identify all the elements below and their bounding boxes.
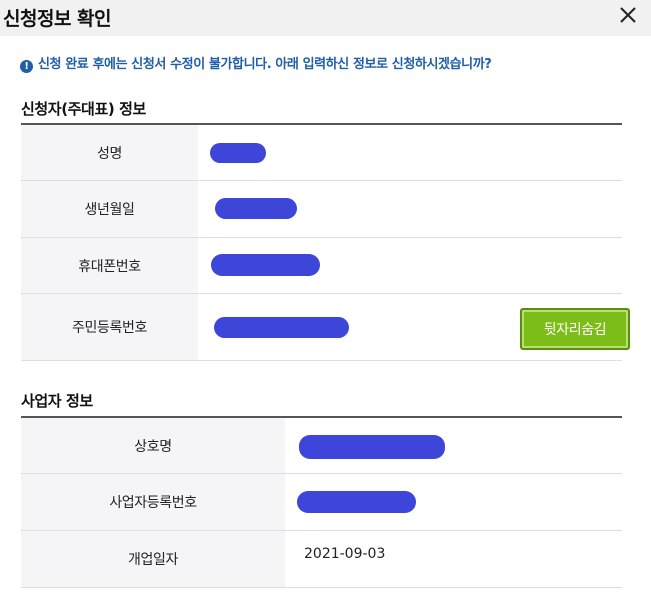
opening-date-value: 2021-09-03 [304, 546, 386, 562]
dialog-title: 신청정보 확인 [3, 8, 112, 30]
row-value-opening-date: 2021-09-03 [285, 531, 622, 587]
redacted-phone [211, 254, 320, 276]
redacted-birthdate [215, 198, 297, 219]
hide-suffix-button[interactable]: 뒷자리숨김 [520, 308, 630, 350]
redacted-name [210, 143, 266, 163]
row-value-name [198, 125, 622, 180]
row-value-business-number [285, 474, 622, 530]
row-value-birthdate [198, 181, 622, 237]
table-row: 상호명 [21, 418, 622, 474]
notice-text: 신청 완료 후에는 신청서 수정이 불가합니다. 아래 입력하신 정보로 신청하… [38, 57, 492, 72]
business-section-title: 사업자 정보 [21, 392, 93, 410]
row-label-rrn: 주민등록번호 [21, 294, 198, 360]
redacted-company-name [299, 435, 445, 459]
redacted-rrn [214, 317, 349, 338]
applicant-table: 성명 생년월일 휴대폰번호 주민등록번호 뒷자리숨김 [21, 125, 630, 361]
table-row: 개업일자 2021-09-03 [21, 531, 622, 588]
row-label-name: 성명 [21, 125, 198, 180]
row-label-opening-date: 개업일자 [21, 531, 285, 587]
table-row: 휴대폰번호 [21, 238, 622, 294]
row-value-phone [198, 238, 622, 293]
business-table: 상호명 사업자등록번호 개업일자 2021-09-03 [21, 418, 622, 588]
table-row: 주민등록번호 뒷자리숨김 [21, 294, 630, 361]
row-label-company-name: 상호명 [21, 418, 285, 473]
row-value-company-name [285, 418, 622, 473]
row-label-business-number: 사업자등록번호 [21, 474, 285, 530]
notice-message: ! 신청 완료 후에는 신청서 수정이 불가합니다. 아래 입력하신 정보로 신청… [20, 53, 492, 73]
redacted-business-number [297, 491, 416, 513]
row-label-phone: 휴대폰번호 [21, 238, 198, 293]
dialog-header: 신청정보 확인 [0, 0, 651, 36]
info-icon: ! [20, 60, 33, 73]
table-row: 성명 [21, 125, 622, 181]
close-icon[interactable] [616, 3, 640, 27]
row-value-rrn: 뒷자리숨김 [198, 294, 630, 360]
applicant-section-title: 신청자(주대표) 정보 [21, 100, 146, 118]
row-label-birthdate: 생년월일 [21, 181, 198, 237]
table-row: 생년월일 [21, 181, 622, 238]
table-row: 사업자등록번호 [21, 474, 622, 531]
